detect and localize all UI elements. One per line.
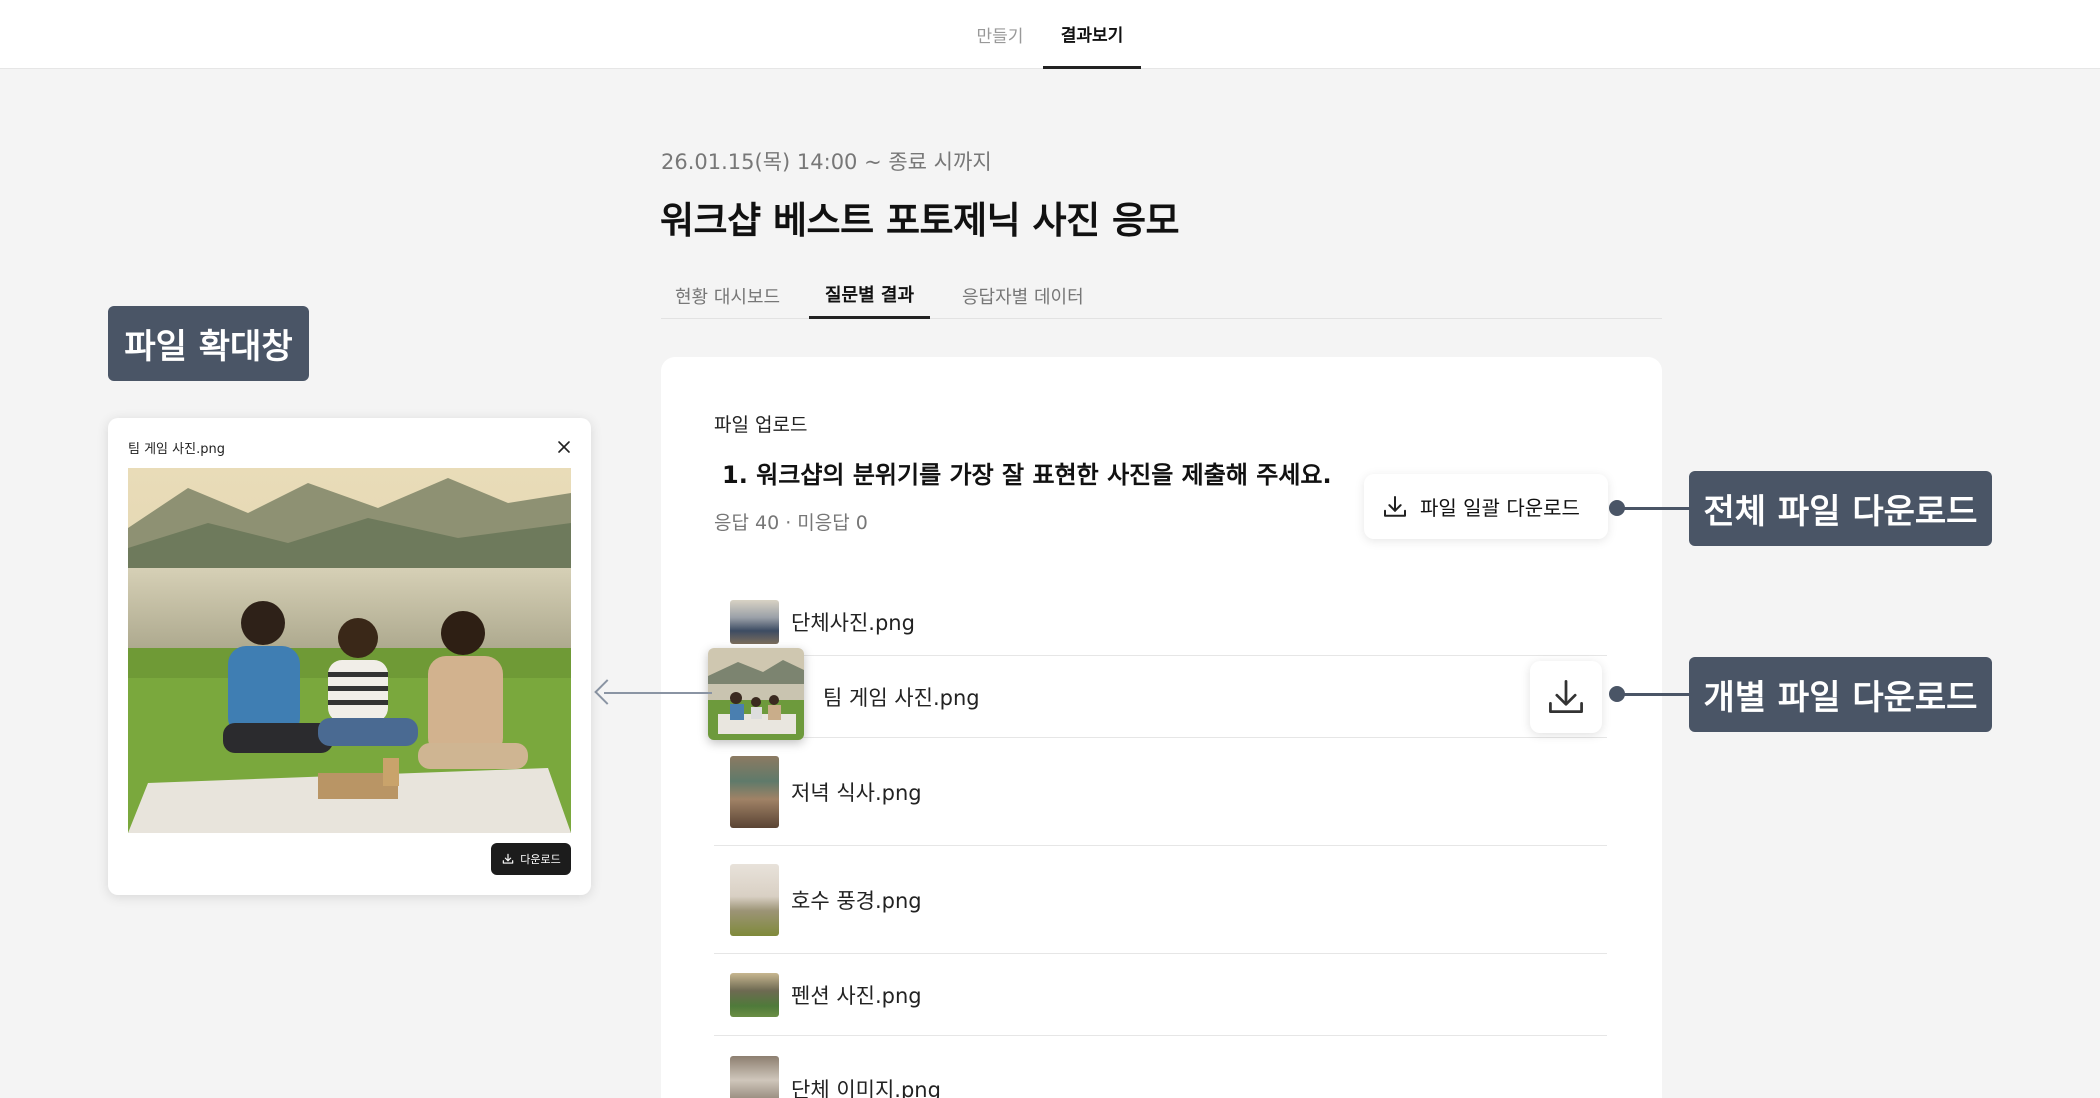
callout-single-download: 개별 파일 다운로드 [1689, 657, 1992, 732]
callout-connector [1618, 507, 1690, 510]
file-name: 단체 이미지.png [791, 1078, 941, 1098]
file-name: 저녁 식사.png [791, 780, 922, 805]
bulk-download-label: 파일 일괄 다운로드 [1420, 496, 1580, 520]
tab-make[interactable]: 만들기 [960, 0, 1040, 69]
modal-download-label: 다운로드 [520, 853, 561, 866]
close-icon [558, 441, 570, 453]
file-row[interactable]: 저녁 식사.png [714, 738, 1607, 846]
page-title: 워크샵 베스트 포토제닉 사진 응모 [660, 199, 1180, 242]
file-thumbnail [730, 599, 779, 644]
file-thumbnail-hover [708, 648, 804, 740]
callout-bulk-download: 전체 파일 다운로드 [1689, 471, 1992, 546]
bulk-download-button[interactable]: 파일 일괄 다운로드 [1364, 474, 1608, 539]
callout-preview: 파일 확대창 [108, 306, 309, 381]
file-name: 호수 풍경.png [791, 888, 922, 913]
download-icon [1384, 495, 1406, 517]
result-subtabs: 현황 대시보드 질문별 결과 응답자별 데이터 [661, 272, 1662, 319]
file-row-selected[interactable]: 팀 게임 사진.png [708, 648, 1607, 740]
subtab-by-question[interactable]: 질문별 결과 [809, 272, 930, 319]
question-type: 파일 업로드 [714, 414, 808, 436]
preview-arrow [604, 692, 712, 694]
callout-dot [1609, 686, 1625, 702]
file-thumbnail [730, 972, 779, 1017]
modal-title: 팀 게임 사진.png [128, 442, 225, 457]
single-download-button[interactable] [1530, 661, 1602, 733]
question-text: 1. 워크샵의 분위기를 가장 잘 표현한 사진을 제출해 주세요. [722, 461, 1332, 489]
survey-date: 26.01.15(목) 14:00 ~ 종료 시까지 [661, 150, 992, 174]
callout-dot [1609, 500, 1625, 516]
close-button[interactable] [553, 436, 575, 458]
preview-image [128, 468, 571, 833]
file-row[interactable]: 호수 풍경.png [714, 846, 1607, 954]
file-name: 단체사진.png [791, 610, 915, 635]
file-preview-modal: 팀 게임 사진.png 다운로드 [108, 418, 591, 895]
file-thumbnail [730, 863, 779, 936]
file-thumbnail [730, 1056, 779, 1098]
file-row[interactable]: 펜션 사진.png [714, 954, 1607, 1036]
file-row[interactable]: 단체 이미지.png [714, 1036, 1607, 1098]
preview-arrow-head [594, 679, 620, 705]
modal-download-button[interactable]: 다운로드 [491, 843, 571, 875]
tab-result[interactable]: 결과보기 [1043, 0, 1141, 69]
top-nav: 만들기 결과보기 [0, 0, 2100, 69]
download-icon [503, 853, 514, 864]
file-name: 펜션 사진.png [791, 983, 922, 1008]
file-row[interactable]: 단체사진.png [714, 588, 1607, 656]
subtab-by-respondent[interactable]: 응답자별 데이터 [948, 272, 1098, 319]
response-stats: 응답 40 · 미응답 0 [714, 512, 868, 534]
file-thumbnail [730, 755, 779, 828]
file-name: 팀 게임 사진.png [823, 685, 980, 710]
download-icon [1549, 680, 1583, 714]
callout-connector [1618, 693, 1690, 696]
subtab-dashboard[interactable]: 현황 대시보드 [661, 272, 794, 319]
